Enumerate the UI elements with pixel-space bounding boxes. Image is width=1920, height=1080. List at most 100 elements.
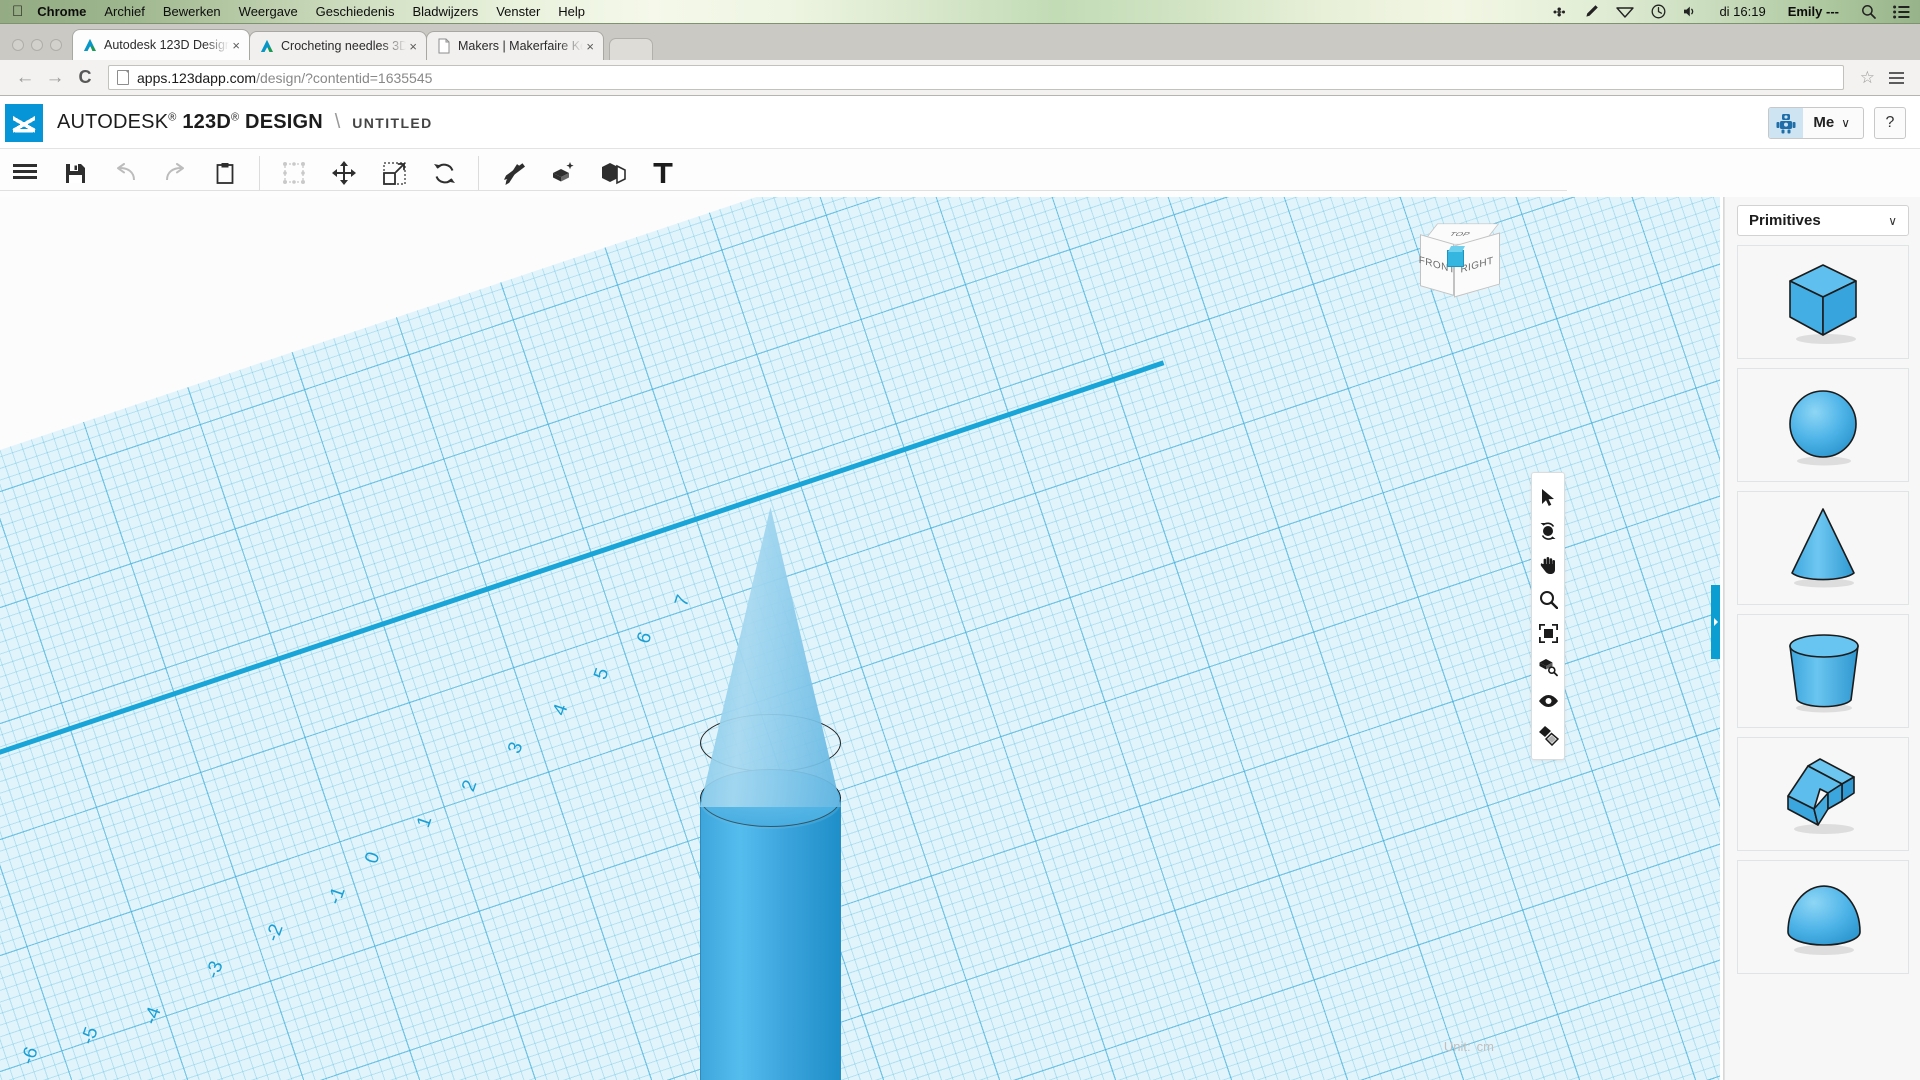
reload-button[interactable]: C (70, 67, 100, 88)
primitive-cylinder[interactable] (1737, 614, 1909, 728)
select-tool[interactable] (1533, 480, 1563, 514)
ruler-label: -6 (17, 1044, 43, 1068)
toolbar-divider (259, 156, 260, 190)
model-cylinder-body (700, 797, 841, 1080)
brand-autodesk: AUTODESK (57, 111, 169, 133)
menu-item-geschiedenis[interactable]: Geschiedenis (316, 4, 395, 19)
list-icon[interactable] (1893, 5, 1910, 19)
ruler-label: 1 (413, 813, 437, 831)
os-menu-bar:  Chrome Archief Bewerken Weergave Gesch… (0, 0, 1920, 24)
brand-123d: 123D (182, 111, 231, 133)
close-icon[interactable]: × (406, 40, 420, 53)
minimize-window-button[interactable] (31, 39, 43, 51)
zoom-tool[interactable] (1533, 582, 1563, 616)
maximize-window-button[interactable] (50, 39, 62, 51)
page-title: AUTODESK® 123D® DESIGN \ UNTITLED (57, 111, 433, 134)
avatar (1769, 107, 1804, 138)
visibility-tool[interactable] (1533, 684, 1563, 718)
header-actions: Me ∨ ? (1768, 106, 1920, 139)
menu-item-bewerken[interactable]: Bewerken (163, 4, 221, 19)
document-name: UNTITLED (352, 115, 433, 131)
toolbar-underline (0, 190, 1567, 191)
primitive-box[interactable] (1737, 245, 1909, 359)
zoom-object-tool[interactable] (1533, 650, 1563, 684)
menu-item-chrome[interactable]: Chrome (37, 4, 86, 19)
brand-reg-mark-1: ® (168, 111, 177, 124)
primitive-cone[interactable] (1737, 491, 1909, 605)
category-dropdown[interactable]: Primitives ∨ (1737, 205, 1909, 236)
time-machine-icon[interactable] (1651, 4, 1666, 19)
browser-tab-strip: Autodesk 123D Design × Crocheting needle… (0, 24, 1920, 60)
category-label: Primitives (1749, 212, 1821, 229)
panel-collapse-handle[interactable] (1711, 585, 1720, 659)
ruler-label: -2 (262, 921, 288, 945)
browser-tab-makers-makerfaire[interactable]: Makers | Makerfaire Kerkra × (426, 31, 604, 60)
brand-separator: \ (334, 111, 341, 133)
menu-item-weergave[interactable]: Weergave (239, 4, 298, 19)
ruler-label: -4 (140, 1004, 166, 1028)
fit-view-tool[interactable] (1533, 616, 1563, 650)
orbit-tool[interactable] (1533, 514, 1563, 548)
home-cube-icon[interactable] (1447, 250, 1464, 267)
autodesk-logo-icon (5, 103, 43, 142)
primitive-sphere[interactable] (1737, 368, 1909, 482)
autodesk-favicon (82, 37, 98, 53)
volume-icon[interactable] (1683, 5, 1697, 18)
back-button[interactable]: ← (10, 67, 40, 89)
ruler-label: -1 (324, 884, 350, 908)
pan-tool[interactable] (1533, 548, 1563, 582)
3d-viewport[interactable]: -6 -5 -4 -3 -2 -1 0 1 2 3 4 5 6 7 TOP FR… (0, 197, 1720, 1080)
close-icon[interactable]: × (229, 39, 243, 52)
apple-logo-icon[interactable]:  (12, 4, 23, 19)
chevron-down-icon: ∨ (1841, 116, 1850, 130)
menu-item-venster[interactable]: Venster (496, 4, 540, 19)
hamburger-icon[interactable] (1883, 71, 1910, 84)
ruler-label: 7 (671, 592, 695, 610)
browser-tab-autodesk-123d-design[interactable]: Autodesk 123D Design × (72, 29, 250, 60)
ruler-label: -5 (77, 1024, 103, 1048)
tab-title: Autodesk 123D Design (104, 38, 230, 52)
ruler-label: 5 (590, 665, 614, 683)
new-tab-button[interactable] (609, 38, 653, 60)
close-window-button[interactable] (12, 39, 24, 51)
primitive-wedge[interactable] (1737, 737, 1909, 851)
model-crochet-needle[interactable] (700, 507, 850, 1080)
pen-tablet-icon[interactable] (1584, 4, 1599, 19)
viewport-tool-strip (1531, 472, 1565, 760)
ruler-label: 3 (504, 739, 528, 757)
browser-tab-crocheting-needles[interactable]: Crocheting needles 3D Mo × (249, 31, 427, 60)
ruler-label: 4 (549, 701, 573, 719)
address-bar[interactable]: apps.123dapp.com /design/?contentid=1635… (108, 65, 1844, 90)
browser-toolbar: ← → C apps.123dapp.com /design/?contenti… (0, 60, 1920, 96)
menu-item-bladwijzers[interactable]: Bladwijzers (412, 4, 478, 19)
page-info-icon[interactable] (117, 70, 129, 85)
wifi-icon[interactable] (1616, 5, 1635, 18)
ruler-label: 0 (361, 849, 385, 867)
menu-bar-clock[interactable]: di 16:19 (1719, 4, 1765, 19)
chevron-down-icon: ∨ (1888, 213, 1897, 228)
bookmark-star-icon[interactable]: ☆ (1852, 68, 1883, 88)
menu-item-help[interactable]: Help (558, 4, 585, 19)
chevron-right-icon (1713, 618, 1718, 626)
view-cube[interactable]: TOP FRONT RIGHT (1410, 205, 1510, 303)
close-icon[interactable]: × (583, 40, 597, 53)
primitives-panel: Primitives ∨ (1724, 197, 1920, 1080)
url-path: /design/?contentid=1635545 (256, 69, 433, 86)
help-button[interactable]: ? (1874, 106, 1906, 139)
snap-tool[interactable] (1533, 718, 1563, 752)
menu-bar-user[interactable]: Emily --- (1788, 4, 1839, 19)
ruler-label: -3 (202, 958, 228, 982)
view-cube-box: TOP FRONT RIGHT (1418, 217, 1502, 298)
app-header: AUTODESK® 123D® DESIGN \ UNTITLED Me ∨ ? (0, 97, 1920, 149)
menu-item-archief[interactable]: Archief (104, 4, 144, 19)
account-button[interactable]: Me ∨ (1768, 106, 1864, 139)
bluetooth-icon[interactable] (1552, 5, 1567, 19)
forward-button[interactable]: → (40, 67, 70, 89)
account-label: Me ∨ (1813, 114, 1850, 131)
ruler-labels: -6 -5 -4 -3 -2 -1 0 1 2 3 4 5 6 7 (0, 197, 1720, 1080)
primitive-dome[interactable] (1737, 860, 1909, 974)
unit-indicator: Unit: cm (1444, 1039, 1494, 1054)
unit-label: Unit: (1443, 1039, 1471, 1054)
search-icon[interactable] (1861, 4, 1876, 19)
tab-title: Crocheting needles 3D Mo (281, 39, 407, 53)
